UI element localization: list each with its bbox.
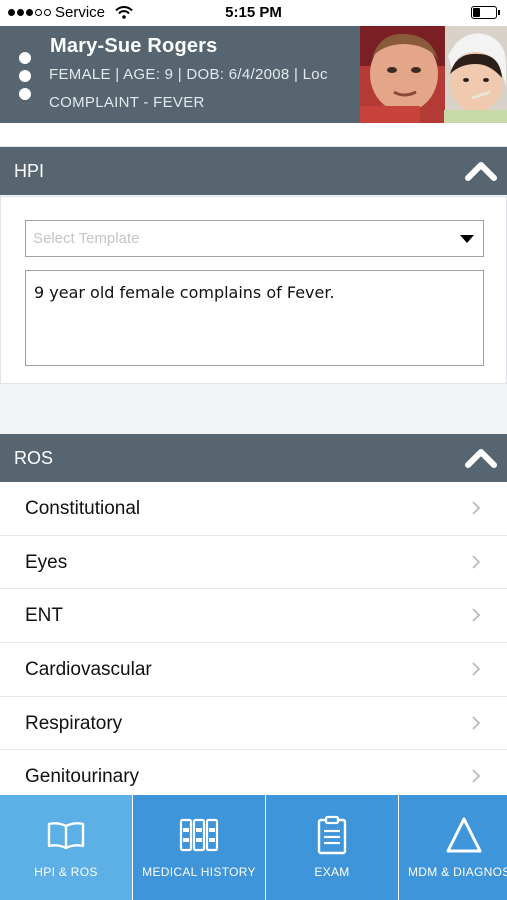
ros-item-ent[interactable]: ENT bbox=[0, 589, 507, 644]
patient-info: FEMALE | AGE: 9 | DOB: 6/4/2008 | Loc bbox=[49, 66, 328, 83]
template-select[interactable]: Select Template bbox=[25, 220, 484, 257]
tab-medical-history[interactable]: MEDICAL HISTORY bbox=[133, 795, 266, 900]
ros-item-respiratory[interactable]: Respiratory bbox=[0, 697, 507, 751]
chevron-right-icon bbox=[472, 501, 481, 515]
ros-item-constitutional[interactable]: Constitutional bbox=[0, 482, 507, 536]
battery-fill bbox=[473, 8, 480, 17]
binders-icon bbox=[179, 818, 219, 852]
ros-item-label: Cardiovascular bbox=[25, 659, 152, 681]
ros-item-label: Eyes bbox=[25, 551, 68, 573]
ros-item-cardiovascular[interactable]: Cardiovascular bbox=[0, 643, 507, 697]
book-icon bbox=[47, 822, 85, 850]
chevron-right-icon bbox=[472, 555, 481, 569]
chevron-right-icon bbox=[472, 769, 481, 784]
hpi-section-header[interactable]: HPI bbox=[0, 147, 507, 195]
ros-item-eyes[interactable]: Eyes bbox=[0, 536, 507, 590]
chevron-right-icon bbox=[472, 716, 481, 730]
header-spacer bbox=[0, 123, 507, 147]
tab-label: HPI & ROS bbox=[34, 865, 98, 879]
ros-item-label: Constitutional bbox=[25, 498, 141, 519]
section-gap bbox=[0, 384, 507, 434]
caret-down-icon bbox=[460, 235, 474, 243]
ros-list: Constitutional Eyes ENT Cardiovascular R… bbox=[0, 482, 507, 795]
tab-hpi-ros[interactable]: HPI & ROS bbox=[0, 795, 133, 900]
battery-icon bbox=[471, 6, 500, 19]
chevron-right-icon bbox=[472, 608, 481, 623]
ros-section-header[interactable]: ROS bbox=[0, 434, 507, 482]
patient-complaint: COMPLAINT - FEVER bbox=[49, 94, 205, 111]
tab-bar: HPI & ROS MEDICAL HISTORY EXAM MDM & DIA… bbox=[0, 795, 507, 900]
tab-exam[interactable]: EXAM bbox=[266, 795, 399, 900]
screen: Service 5:15 PM Mary-Sue Rogers FEMALE |… bbox=[0, 0, 507, 900]
patient-photo[interactable] bbox=[360, 26, 507, 123]
status-time: 5:15 PM bbox=[225, 4, 282, 21]
chevron-up-icon[interactable] bbox=[465, 159, 497, 183]
patient-name: Mary-Sue Rogers bbox=[50, 35, 218, 57]
ros-item-label: Genitourinary bbox=[25, 766, 140, 788]
template-placeholder: Select Template bbox=[33, 230, 140, 247]
hpi-textarea[interactable]: 9 year old female complains of Fever. bbox=[25, 270, 484, 366]
tab-label: EXAM bbox=[314, 865, 350, 879]
ros-item-label: ENT bbox=[25, 605, 63, 627]
patient-header: Mary-Sue Rogers FEMALE | AGE: 9 | DOB: 6… bbox=[0, 26, 507, 123]
status-bar: Service 5:15 PM bbox=[0, 0, 507, 26]
menu-icon[interactable] bbox=[18, 52, 32, 100]
tab-mdm-diagnosis[interactable]: MDM & DIAGNOS bbox=[399, 795, 507, 900]
hpi-panel: Select Template 9 year old female compla… bbox=[0, 196, 507, 384]
tab-label: MEDICAL HISTORY bbox=[142, 865, 256, 879]
chevron-up-icon[interactable] bbox=[465, 446, 497, 470]
hpi-title: HPI bbox=[14, 161, 45, 181]
ros-title: ROS bbox=[14, 448, 54, 468]
clipboard-icon bbox=[317, 815, 347, 855]
chevron-right-icon bbox=[472, 662, 481, 676]
ros-item-genitourinary[interactable]: Genitourinary bbox=[0, 750, 507, 795]
ros-item-label: Respiratory bbox=[25, 712, 123, 734]
tab-label: MDM & DIAGNOS bbox=[408, 865, 507, 879]
delta-icon bbox=[446, 817, 482, 853]
